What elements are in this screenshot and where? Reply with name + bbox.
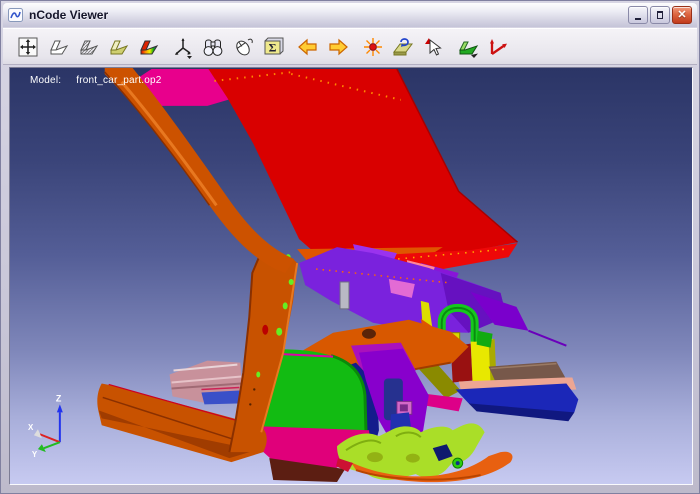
orientation-axes-button[interactable] bbox=[170, 34, 196, 60]
rotate-view-icon bbox=[391, 35, 415, 59]
select-cursor-button[interactable] bbox=[420, 34, 446, 60]
axis-z-label: Z bbox=[56, 393, 62, 403]
previous-arrow-icon bbox=[296, 35, 320, 59]
axes-views-group bbox=[455, 34, 511, 60]
binoculars-icon bbox=[201, 35, 225, 59]
ncode-viewer-window: nCode Viewer ✕ bbox=[0, 0, 700, 494]
binoculars-button[interactable] bbox=[200, 34, 226, 60]
minimize-button[interactable] bbox=[628, 6, 648, 24]
orientation-axes-icon bbox=[171, 35, 195, 59]
axis-y-label: Y bbox=[32, 450, 38, 459]
tools-group: Σ bbox=[170, 34, 286, 60]
hidden-line-view-icon bbox=[76, 35, 100, 59]
plot-axes-button[interactable] bbox=[485, 34, 511, 60]
plot-axes-icon bbox=[486, 35, 510, 59]
model-label: Model: front_car_part.op2 bbox=[30, 75, 162, 86]
app-logo-icon bbox=[8, 8, 23, 22]
nav-arrows-group bbox=[295, 34, 351, 60]
main-toolbar: Σ bbox=[3, 28, 697, 65]
hidden-line-view-button[interactable] bbox=[75, 34, 101, 60]
window-controls: ✕ bbox=[628, 6, 692, 24]
next-arrow-icon bbox=[326, 35, 350, 59]
wireframe-view-button[interactable] bbox=[45, 34, 71, 60]
contour-view-icon bbox=[136, 35, 160, 59]
sigma-summary-icon: Σ bbox=[261, 35, 285, 59]
close-icon: ✕ bbox=[677, 10, 686, 21]
roof-assembly bbox=[120, 69, 518, 273]
fit-view-button[interactable] bbox=[15, 34, 41, 60]
model-canvas[interactable]: Z X Y bbox=[10, 68, 692, 484]
rotate-view-button[interactable] bbox=[390, 34, 416, 60]
isometric-view-button[interactable] bbox=[455, 34, 481, 60]
maximize-icon bbox=[657, 11, 663, 19]
previous-button[interactable] bbox=[295, 34, 321, 60]
pink-layered-panel bbox=[170, 361, 244, 405]
display-tools-group bbox=[360, 34, 446, 60]
fit-view-icon bbox=[16, 35, 40, 59]
contour-view-button[interactable] bbox=[135, 34, 161, 60]
isometric-view-icon bbox=[456, 35, 480, 59]
mouse-mode-button[interactable] bbox=[230, 34, 256, 60]
hotspot-button[interactable] bbox=[360, 34, 386, 60]
shaded-view-button[interactable] bbox=[105, 34, 131, 60]
select-cursor-icon bbox=[421, 35, 445, 59]
model-label-key: Model: bbox=[30, 75, 61, 86]
next-button[interactable] bbox=[325, 34, 351, 60]
sigma-summary-button[interactable]: Σ bbox=[260, 34, 286, 60]
minimize-icon bbox=[635, 18, 641, 20]
mouse-mode-icon bbox=[231, 35, 255, 59]
axes-triad: Z X Y bbox=[28, 393, 63, 459]
model-name: front_car_part.op2 bbox=[76, 75, 161, 86]
axis-x-label: X bbox=[28, 423, 34, 432]
hotspot-icon bbox=[361, 35, 385, 59]
maximize-button[interactable] bbox=[650, 6, 670, 24]
window-title: nCode Viewer bbox=[29, 8, 108, 22]
model-viewport[interactable]: Z X Y Model: front_car_part.op2 bbox=[9, 67, 693, 485]
svg-text:Σ: Σ bbox=[269, 40, 277, 54]
view-mode-group bbox=[15, 34, 161, 60]
wireframe-view-icon bbox=[46, 35, 70, 59]
close-button[interactable]: ✕ bbox=[672, 6, 692, 24]
title-bar[interactable]: nCode Viewer ✕ bbox=[3, 3, 697, 27]
shaded-view-icon bbox=[106, 35, 130, 59]
